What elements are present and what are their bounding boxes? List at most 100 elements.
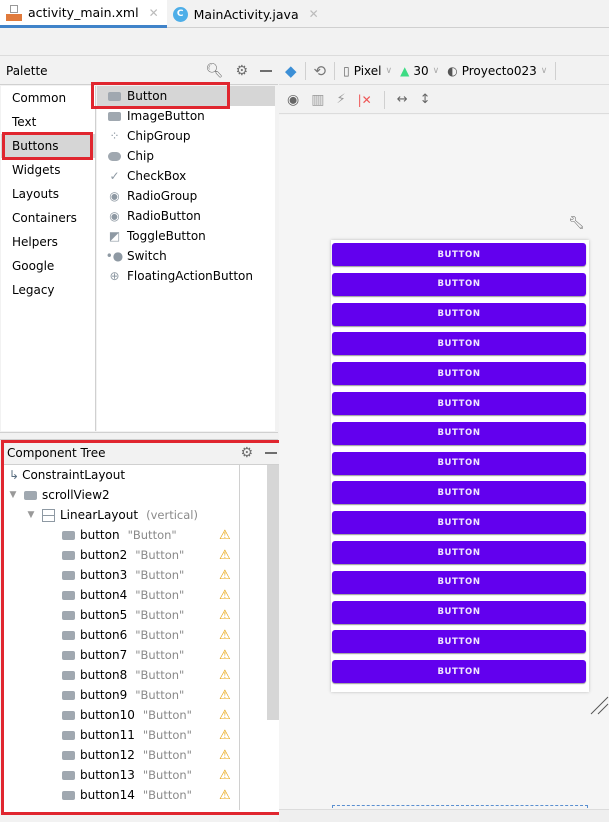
close-icon[interactable]: ✕ <box>149 6 159 20</box>
preview-button[interactable]: BUTTON <box>332 630 586 654</box>
warning-icon[interactable]: ⚠ <box>219 528 231 543</box>
widget-label: FloatingActionButton <box>127 269 253 283</box>
pack-vertical-icon[interactable]: ↕ <box>420 92 431 107</box>
preview-button[interactable]: BUTTON <box>332 272 586 296</box>
warning-icon[interactable]: ⚠ <box>219 648 231 663</box>
resize-handle-icon[interactable] <box>590 695 609 715</box>
separator <box>383 90 385 109</box>
tree-node-button[interactable]: button5 "Button" ⚠ <box>3 605 285 625</box>
warning-icon[interactable]: ⚠ <box>219 768 231 783</box>
tree-node-button[interactable]: button6 "Button" ⚠ <box>3 625 285 645</box>
device-selector[interactable]: ▯ Pixel ∨ <box>343 64 392 78</box>
widget-image-button[interactable]: ImageButton <box>97 106 275 126</box>
warning-icon[interactable]: ⚠ <box>219 668 231 683</box>
preview-button[interactable]: BUTTON <box>332 451 586 475</box>
margins-icon[interactable]: ▥ <box>311 92 324 108</box>
preview-button[interactable]: BUTTON <box>332 660 586 684</box>
theme-icon: ◐ <box>447 63 458 78</box>
widget-toggle-button[interactable]: ◩ ToggleButton <box>97 226 275 246</box>
warning-icon[interactable]: ⚠ <box>219 788 231 803</box>
warning-icon[interactable]: ⚠ <box>219 548 231 563</box>
warning-icon[interactable]: ⚠ <box>219 628 231 643</box>
tree-node-constraintlayout[interactable]: ↳ ConstraintLayout <box>3 465 285 485</box>
tab-activity-main[interactable]: activity_main.xml ✕ <box>0 0 167 28</box>
category-legacy[interactable]: Legacy <box>1 278 95 302</box>
warning-icon[interactable]: ⚠ <box>219 728 231 743</box>
preview-button[interactable]: BUTTON <box>332 541 586 564</box>
tree-node-button[interactable]: button9 "Button" ⚠ <box>3 685 285 705</box>
tree-node-button[interactable]: button8 "Button" ⚠ <box>3 665 285 685</box>
category-widgets[interactable]: Widgets <box>1 158 95 182</box>
tab-main-activity[interactable]: C MainActivity.java ✕ <box>167 0 327 28</box>
preview-button[interactable]: BUTTON <box>332 362 586 386</box>
preview-button[interactable]: BUTTON <box>332 481 586 505</box>
widget-fab[interactable]: ⊕ FloatingActionButton <box>97 266 275 286</box>
preview-button[interactable]: BUTTON <box>332 243 586 266</box>
preview-button[interactable]: BUTTON <box>332 600 586 624</box>
tree-node-button[interactable]: button7 "Button" ⚠ <box>3 645 285 665</box>
widget-chip-group[interactable]: ⁘ ChipGroup <box>97 126 275 146</box>
tree-node-button[interactable]: button "Button" ⚠ <box>3 525 285 545</box>
search-icon[interactable]: 🔍︎ <box>206 64 224 78</box>
expand-triangle-icon[interactable]: ▼ <box>6 490 20 500</box>
preview-button[interactable]: BUTTON <box>332 302 586 326</box>
android-icon: ▲ <box>400 63 410 78</box>
warning-icon[interactable]: ⚠ <box>219 568 231 583</box>
category-buttons[interactable]: Buttons <box>1 134 95 158</box>
expand-triangle-icon[interactable]: ▼ <box>24 510 38 520</box>
theme-selector[interactable]: ◐ Proyecto023 ∨ <box>447 64 547 78</box>
node-text: "Button" <box>142 728 192 742</box>
widget-checkbox[interactable]: ✓ CheckBox <box>97 166 275 186</box>
clear-constraints-icon[interactable]: |✕ <box>358 93 372 107</box>
preview-button[interactable]: BUTTON <box>332 392 586 415</box>
tree-node-linearlayout[interactable]: ▼ LinearLayout (vertical) <box>3 505 285 525</box>
autoconnect-off-icon[interactable]: ⚡ <box>336 92 345 107</box>
tree-node-button[interactable]: button3 "Button" ⚠ <box>3 565 285 585</box>
category-layouts[interactable]: Layouts <box>1 182 95 206</box>
widget-chip[interactable]: Chip <box>97 146 275 166</box>
device-preview[interactable]: BUTTON BUTTON BUTTON BUTTON BUTTON BUTTON BUTT… <box>331 240 589 692</box>
preview-button[interactable]: BUTTON <box>332 332 586 356</box>
panel-divider[interactable] <box>0 432 278 440</box>
category-google[interactable]: Google <box>1 254 95 278</box>
tree-node-button[interactable]: button10 "Button" ⚠ <box>3 705 285 725</box>
gear-icon[interactable]: ⚙ <box>240 446 253 460</box>
palette-scrollbar[interactable] <box>275 86 278 431</box>
eye-icon[interactable]: ◉ <box>287 92 299 108</box>
tree-node-button[interactable]: button12 "Button" ⚠ <box>3 745 285 765</box>
category-text[interactable]: Text <box>1 110 95 134</box>
widget-radio-group[interactable]: ◉ RadioGroup <box>97 186 275 206</box>
button-icon <box>62 710 75 720</box>
preview-button[interactable]: BUTTON <box>332 570 586 594</box>
widget-radio-button[interactable]: ◉ RadioButton <box>97 206 275 226</box>
tree-scrollbar[interactable] <box>267 465 279 720</box>
widget-button[interactable]: Button <box>97 86 275 106</box>
tree-node-button[interactable]: button2 "Button" ⚠ <box>3 545 285 565</box>
layers-icon[interactable]: ◆ <box>285 62 297 80</box>
minimize-icon[interactable] <box>260 69 272 72</box>
node-id: button13 <box>80 768 135 782</box>
tree-node-button[interactable]: button11 "Button" ⚠ <box>3 725 285 745</box>
orientation-icon[interactable]: ⟲ <box>314 62 327 80</box>
close-icon[interactable]: ✕ <box>309 7 319 21</box>
preview-button[interactable]: BUTTON <box>332 511 586 535</box>
tree-node-button[interactable]: button4 "Button" ⚠ <box>3 585 285 605</box>
api-selector[interactable]: ▲ 30 ∨ <box>400 64 439 78</box>
category-helpers[interactable]: Helpers <box>1 230 95 254</box>
category-common[interactable]: Common <box>1 86 95 110</box>
preview-button[interactable]: BUTTON <box>332 421 586 445</box>
warning-icon[interactable]: ⚠ <box>219 608 231 623</box>
warning-icon[interactable]: ⚠ <box>219 748 231 763</box>
tree-node-button[interactable]: button13 "Button" ⚠ <box>3 765 285 785</box>
warning-icon[interactable]: ⚠ <box>219 708 231 723</box>
pack-horizontal-icon[interactable]: ↔ <box>397 92 408 107</box>
widget-switch[interactable]: •● Switch <box>97 246 275 266</box>
tree-node-button[interactable]: button14 "Button" ⚠ <box>3 785 285 805</box>
warning-icon[interactable]: ⚠ <box>219 588 231 603</box>
tree-node-scrollview[interactable]: ▼ scrollView2 <box>3 485 285 505</box>
category-containers[interactable]: Containers <box>1 206 95 230</box>
gear-icon[interactable]: ⚙ <box>235 64 248 78</box>
warning-icon[interactable]: ⚠ <box>219 688 231 703</box>
wrench-icon[interactable]: 🔧︎ <box>568 216 585 231</box>
minimize-icon[interactable] <box>265 451 277 454</box>
